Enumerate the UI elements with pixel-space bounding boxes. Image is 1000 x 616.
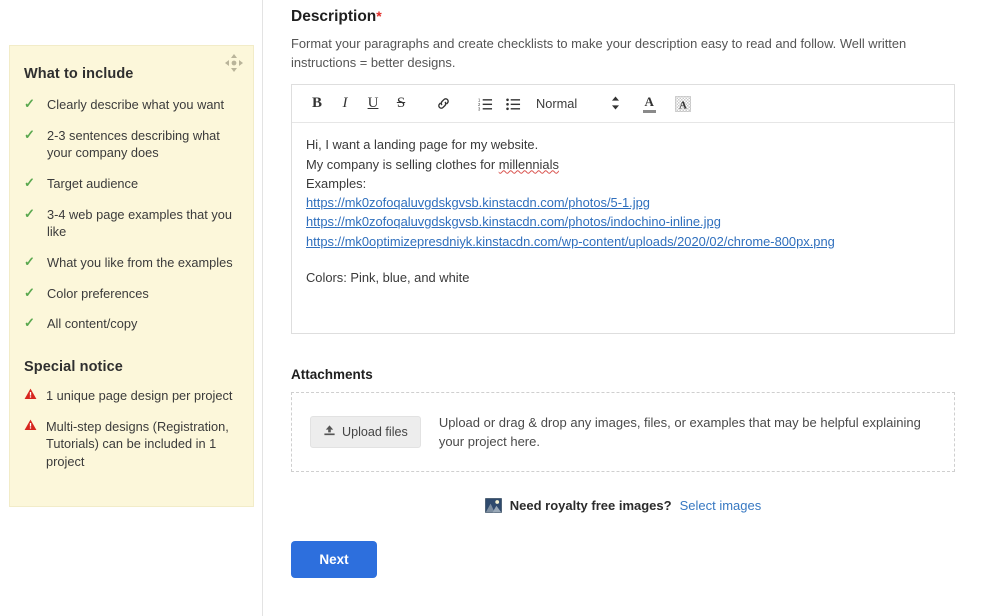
ordered-list-icon[interactable]: 1 2 3 [472,91,498,117]
include-item-label: All content/copy [47,315,239,333]
bullet-list-icon[interactable] [500,91,526,117]
example-link[interactable]: https://mk0zofoqaluvgdskgvsb.kinstacdn.c… [306,195,650,210]
warning-icon [24,419,40,431]
editor-line-prefix: My company is selling clothes for [306,157,499,172]
spellcheck-word: millennials [499,157,559,172]
include-item-label: 3-4 web page examples that you like [47,206,239,241]
upload-files-button[interactable]: Upload files [310,416,421,448]
editor-line: Hi, I want a landing page for my website… [306,135,940,154]
list-item: ✓ What you like from the examples [24,254,239,272]
chevron-updown-icon [611,96,620,112]
royalty-question: Need royalty free images? [510,498,672,513]
notice-title: Special notice [24,359,239,375]
helper-text: Format your paragraphs and create checkl… [291,35,921,72]
select-images-link[interactable]: Select images [680,498,762,513]
editor-toolbar: B I U S 1 [292,85,954,123]
upload-files-label: Upload files [342,425,408,439]
attachments-dropzone[interactable]: Upload files Upload or drag & drop any i… [291,392,955,472]
format-select-value: Normal [536,96,577,111]
picture-icon [485,498,502,513]
attachments-title: Attachments [291,367,971,382]
list-item: 1 unique page design per project [24,387,239,405]
include-item-label: Target audience [47,175,239,193]
strikethrough-button[interactable]: S [388,91,414,117]
next-button[interactable]: Next [291,541,377,578]
column-divider [262,0,263,616]
format-select[interactable]: Normal [536,96,620,112]
page-title: Description* [291,8,971,26]
editor-line: Examples: [306,174,940,193]
editor-link-line: https://mk0zofoqaluvgdskgvsb.kinstacdn.c… [306,212,940,231]
list-item: ✓ Color preferences [24,285,239,303]
check-icon: ✓ [24,175,40,192]
list-item: ✓ 3-4 web page examples that you like [24,206,239,241]
example-link[interactable]: https://mk0zofoqaluvgdskgvsb.kinstacdn.c… [306,214,721,229]
description-editor: B I U S 1 [291,84,955,334]
page-root: What to include ✓ Clearly describe what … [0,0,1000,616]
dropzone-text: Upload or drag & drop any images, files,… [439,413,936,452]
list-item: ✓ Target audience [24,175,239,193]
editor-link-line: https://mk0optimizepresdniyk.kinstacdn.c… [306,232,940,251]
move-icon[interactable] [225,54,243,72]
underline-button[interactable]: U [360,91,386,117]
royalty-free-row: Need royalty free images? Select images [291,498,955,513]
warning-icon [24,388,40,400]
italic-button[interactable]: I [332,91,358,117]
include-checklist: ✓ Clearly describe what you want ✓ 2-3 s… [24,96,239,333]
check-icon: ✓ [24,96,40,113]
bold-button[interactable]: B [304,91,330,117]
upload-icon [323,424,336,440]
include-item-label: Color preferences [47,285,239,303]
editor-line: My company is selling clothes for millen… [306,155,940,174]
editor-blank-line [306,251,940,268]
example-link[interactable]: https://mk0optimizepresdniyk.kinstacdn.c… [306,234,835,249]
description-textarea[interactable]: Hi, I want a landing page for my website… [292,123,954,333]
include-item-label: Clearly describe what you want [47,96,239,114]
check-icon: ✓ [24,254,40,271]
notice-item-label: Multi-step designs (Registration, Tutori… [46,418,239,471]
description-label: Description [291,8,376,25]
text-color-icon[interactable]: A [636,91,662,117]
guidelines-panel: What to include ✓ Clearly describe what … [9,45,254,507]
description-form: Description* Format your paragraphs and … [291,0,971,578]
check-icon: ✓ [24,315,40,332]
include-item-label: What you like from the examples [47,254,239,272]
check-icon: ✓ [24,206,40,223]
check-icon: ✓ [24,285,40,302]
include-title: What to include [24,66,239,82]
list-item: ✓ Clearly describe what you want [24,96,239,114]
list-item: ✓ 2-3 sentences describing what your com… [24,127,239,162]
svg-text:3: 3 [478,106,481,111]
highlight-color-icon[interactable]: A [670,91,696,117]
list-item: Multi-step designs (Registration, Tutori… [24,418,239,471]
link-icon[interactable] [430,91,456,117]
check-icon: ✓ [24,127,40,144]
svg-text:A: A [679,99,687,111]
notice-list: 1 unique page design per project Multi-s… [24,387,239,471]
list-item: ✓ All content/copy [24,315,239,333]
required-marker: * [376,8,381,24]
notice-item-label: 1 unique page design per project [46,387,239,405]
editor-link-line: https://mk0zofoqaluvgdskgvsb.kinstacdn.c… [306,193,940,212]
include-item-label: 2-3 sentences describing what your compa… [47,127,239,162]
editor-line: Colors: Pink, blue, and white [306,268,940,287]
